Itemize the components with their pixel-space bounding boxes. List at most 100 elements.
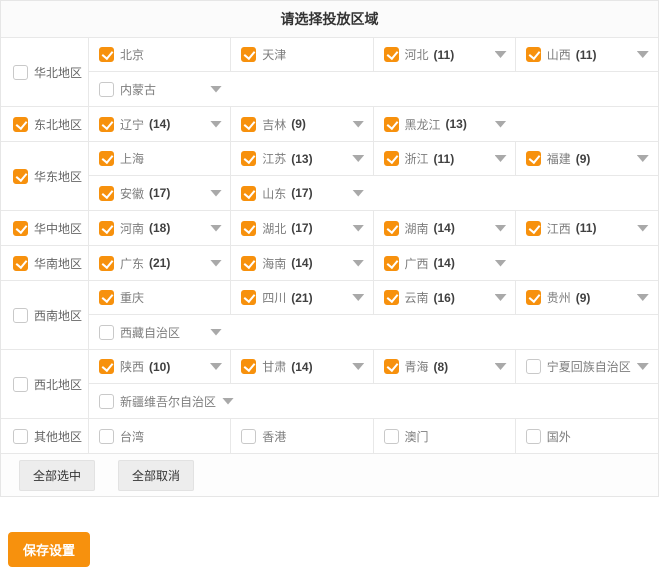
province-cell: 国外 [516, 419, 658, 453]
province-subrow: 北京天津河北(11)山西(11) [89, 38, 658, 72]
dropdown-arrow-icon[interactable] [637, 363, 649, 370]
dropdown-arrow-icon[interactable] [352, 121, 364, 128]
province-subrow: 内蒙古 [89, 72, 658, 106]
dropdown-arrow-icon[interactable] [495, 294, 507, 301]
province-cell: 河南(18) [89, 211, 231, 245]
region-checkbox[interactable] [13, 221, 28, 236]
province-checkbox[interactable] [99, 186, 114, 201]
dropdown-arrow-icon[interactable] [495, 363, 507, 370]
dropdown-arrow-icon[interactable] [352, 294, 364, 301]
province-checkbox[interactable] [99, 394, 114, 409]
dropdown-arrow-icon[interactable] [352, 190, 364, 197]
province-checkbox[interactable] [384, 117, 399, 132]
province-checkbox[interactable] [384, 359, 399, 374]
province-checkbox[interactable] [526, 47, 541, 62]
save-settings-button[interactable]: 保存设置 [8, 532, 90, 567]
province-checkbox[interactable] [384, 429, 399, 444]
province-label: 江西 [547, 220, 571, 237]
region-checkbox[interactable] [13, 117, 28, 132]
province-checkbox[interactable] [99, 151, 114, 166]
dropdown-arrow-icon[interactable] [210, 121, 222, 128]
region-label: 华南地区 [34, 255, 82, 272]
province-checkbox[interactable] [99, 117, 114, 132]
province-count: (14) [434, 221, 455, 235]
region-checkbox[interactable] [13, 256, 28, 271]
region-checkbox[interactable] [13, 308, 28, 323]
province-cell: 陕西(10) [89, 350, 231, 383]
province-label: 黑龙江 [405, 116, 441, 133]
province-checkbox[interactable] [241, 221, 256, 236]
province-checkbox[interactable] [99, 221, 114, 236]
dropdown-arrow-icon[interactable] [352, 260, 364, 267]
province-checkbox[interactable] [99, 47, 114, 62]
deselect-all-button[interactable]: 全部取消 [118, 460, 194, 491]
province-item: 云南(16) [384, 289, 510, 306]
province-checkbox[interactable] [526, 359, 541, 374]
province-item: 海南(14) [241, 255, 367, 272]
province-checkbox[interactable] [241, 429, 256, 444]
province-checkbox[interactable] [99, 325, 114, 340]
province-label: 吉林 [262, 116, 286, 133]
province-item: 广西(14) [384, 255, 510, 272]
province-checkbox[interactable] [384, 47, 399, 62]
dropdown-arrow-icon[interactable] [210, 225, 222, 232]
province-label: 上海 [120, 150, 144, 167]
dropdown-arrow-icon[interactable] [495, 260, 507, 267]
dropdown-arrow-icon[interactable] [352, 155, 364, 162]
province-checkbox[interactable] [241, 290, 256, 305]
dropdown-arrow-icon[interactable] [637, 155, 649, 162]
province-checkbox[interactable] [241, 256, 256, 271]
province-cell: 北京 [89, 38, 231, 71]
region-row: 西南地区重庆四川(21)云南(16)贵州(9)西藏自治区 [1, 281, 658, 350]
region-checkbox[interactable] [13, 377, 28, 392]
province-checkbox[interactable] [99, 256, 114, 271]
province-checkbox[interactable] [526, 429, 541, 444]
province-checkbox[interactable] [526, 221, 541, 236]
province-checkbox[interactable] [99, 82, 114, 97]
dropdown-arrow-icon[interactable] [637, 225, 649, 232]
dropdown-arrow-icon[interactable] [210, 260, 222, 267]
province-checkbox[interactable] [99, 359, 114, 374]
dropdown-arrow-icon[interactable] [495, 225, 507, 232]
province-count: (11) [434, 48, 455, 62]
dropdown-arrow-icon[interactable] [210, 363, 222, 370]
region-row: 华北地区北京天津河北(11)山西(11)内蒙古 [1, 38, 658, 107]
province-checkbox[interactable] [241, 47, 256, 62]
province-checkbox[interactable] [526, 290, 541, 305]
dropdown-arrow-icon[interactable] [210, 329, 222, 336]
province-label: 陕西 [120, 358, 144, 375]
province-label: 宁夏回族自治区 [547, 358, 631, 375]
province-checkbox[interactable] [384, 256, 399, 271]
province-item: 辽宁(14) [99, 116, 225, 133]
province-checkbox[interactable] [241, 117, 256, 132]
province-subrow: 河南(18)湖北(17)湖南(14)江西(11) [89, 211, 658, 245]
select-all-button[interactable]: 全部选中 [19, 460, 95, 491]
dropdown-arrow-icon[interactable] [210, 190, 222, 197]
province-item: 江苏(13) [241, 150, 367, 167]
province-checkbox[interactable] [241, 186, 256, 201]
region-checkbox[interactable] [13, 429, 28, 444]
province-checkbox[interactable] [241, 151, 256, 166]
province-checkbox[interactable] [384, 151, 399, 166]
dropdown-arrow-icon[interactable] [495, 155, 507, 162]
dropdown-arrow-icon[interactable] [222, 398, 234, 405]
region-checkbox[interactable] [13, 169, 28, 184]
dropdown-arrow-icon[interactable] [352, 363, 364, 370]
province-checkbox[interactable] [384, 221, 399, 236]
dropdown-arrow-icon[interactable] [495, 121, 507, 128]
dropdown-arrow-icon[interactable] [637, 294, 649, 301]
province-checkbox[interactable] [241, 359, 256, 374]
province-item: 四川(21) [241, 289, 367, 306]
province-subrows: 上海江苏(13)浙江(11)福建(9)安徽(17)山东(17) [89, 142, 658, 210]
region-cell: 华北地区 [1, 38, 89, 106]
province-subrow: 广东(21)海南(14)广西(14) [89, 246, 658, 280]
region-checkbox[interactable] [13, 65, 28, 80]
province-checkbox[interactable] [526, 151, 541, 166]
dropdown-arrow-icon[interactable] [495, 51, 507, 58]
province-checkbox[interactable] [99, 290, 114, 305]
dropdown-arrow-icon[interactable] [637, 51, 649, 58]
province-checkbox[interactable] [384, 290, 399, 305]
dropdown-arrow-icon[interactable] [352, 225, 364, 232]
dropdown-arrow-icon[interactable] [210, 86, 222, 93]
province-checkbox[interactable] [99, 429, 114, 444]
